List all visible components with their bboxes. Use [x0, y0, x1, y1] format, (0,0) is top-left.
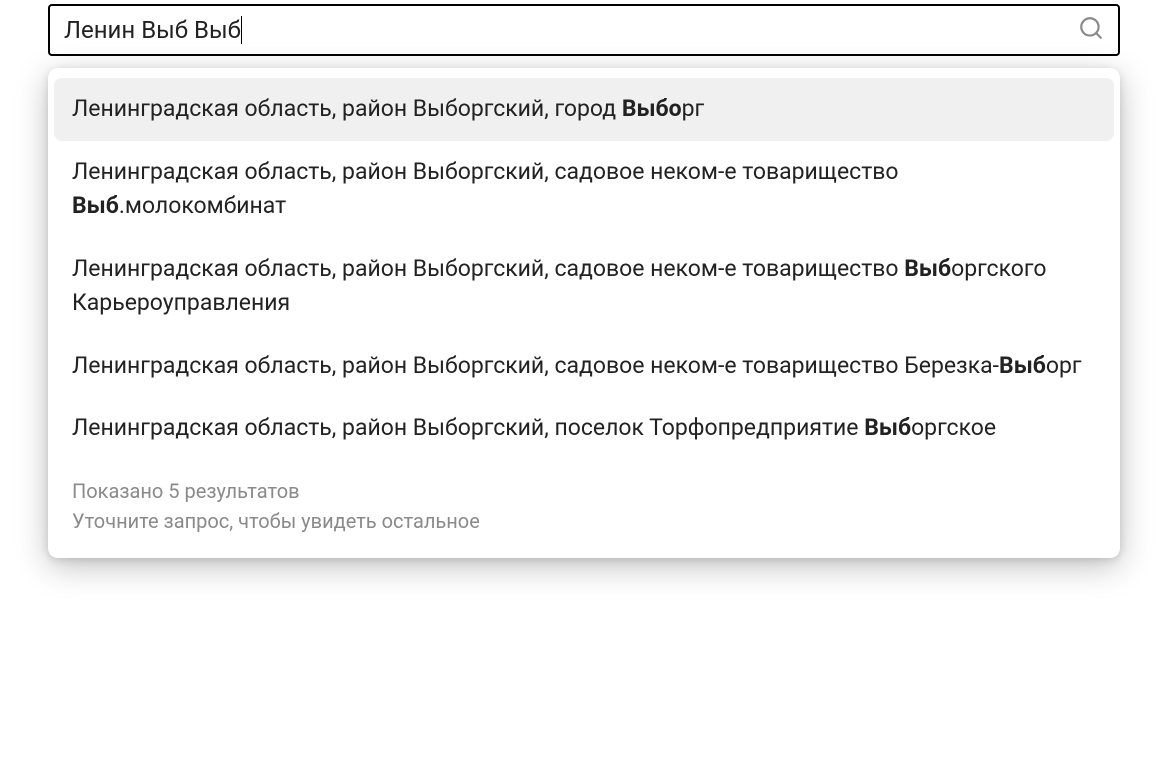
dropdown-footer: Показано 5 результатов Уточните запрос, … — [48, 460, 1120, 536]
search-box[interactable]: Ленин Выб Выб — [48, 4, 1120, 56]
refine-hint: Уточните запрос, чтобы увидеть остальное — [72, 506, 1096, 536]
search-icon[interactable] — [1078, 15, 1104, 45]
suggestion-item[interactable]: Ленинградская область, район Выборгский,… — [48, 335, 1120, 398]
suggestion-item[interactable]: Ленинградская область, район Выборгский,… — [48, 238, 1120, 335]
text-caret — [241, 16, 242, 44]
search-input[interactable]: Ленин Выб Выб — [64, 6, 1078, 54]
suggestions-list: Ленинградская область, район Выборгский,… — [48, 78, 1120, 460]
suggestions-dropdown: Ленинградская область, район Выборгский,… — [48, 68, 1120, 558]
suggestion-item[interactable]: Ленинградская область, район Выборгский,… — [48, 397, 1120, 460]
suggestion-item[interactable]: Ленинградская область, район Выборгский,… — [48, 141, 1120, 238]
search-input-text: Ленин Выб Выб — [64, 16, 241, 44]
results-count: Показано 5 результатов — [72, 476, 1096, 506]
suggestion-item[interactable]: Ленинградская область, район Выборгский,… — [54, 78, 1114, 141]
